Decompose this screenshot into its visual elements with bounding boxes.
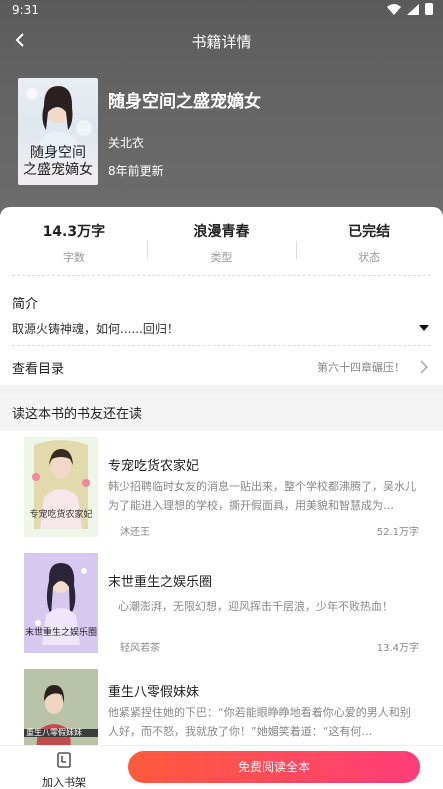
thumbnail-art: 重生八零假妹妹: [24, 669, 98, 745]
thumbnail-art: 末世重生之娱乐圈: [24, 553, 98, 653]
book-info-card: 14.3万字 字数 浪漫青春 类型 已完结 状态 简介 取源火铸神魂，如何...…: [0, 207, 443, 385]
item-description: 韩少招聘临时女友的消息一贴出来，整个学校都沸腾了，吴水儿为了能进入理想的学校，撕…: [108, 480, 416, 512]
status-bar: 9:31: [0, 0, 443, 20]
stat-value: 14.3万字: [42, 224, 106, 240]
item-title: 重生八零假妹妹: [108, 685, 200, 700]
stat-value: 浪漫青春: [193, 224, 250, 240]
list-item[interactable]: 重生八零假妹妹 重生八零假妹妹 他紧紧捏住她的下巴：“你若能眼睁睁地看着你心爱的…: [0, 669, 443, 745]
bookshelf-icon: [57, 752, 71, 768]
thumbnail-title-art: 专宠吃货农家妃: [29, 508, 92, 520]
stat-label: 状态: [358, 251, 381, 264]
intro-label: 简介: [12, 297, 39, 312]
stat-label: 类型: [210, 251, 233, 264]
book-title: 随身空间之盛宠嫡女: [108, 92, 261, 112]
stat-label: 字数: [62, 251, 85, 264]
status-icons: [387, 3, 433, 15]
nav-bar: 书籍详情: [0, 25, 443, 57]
item-word-count: 52.1万字: [376, 527, 419, 538]
book-header: 9:31 书籍详情 随身空间 之盛宠嫡女 随身空间之盛宠嫡女 关北衣 8年前更新: [0, 0, 443, 225]
expand-intro-icon[interactable]: [419, 325, 429, 331]
thumbnail-art: 专宠吃货农家妃: [24, 437, 98, 537]
cover-title-art: 随身空间 之盛宠嫡女: [23, 145, 93, 178]
book-thumbnail: 专宠吃货农家妃: [24, 437, 98, 537]
status-time: 9:31: [12, 3, 39, 17]
item-title: 末世重生之娱乐圈: [108, 575, 213, 590]
intro-text: 取源火铸神魂，如何......回归！: [12, 322, 179, 336]
book-author[interactable]: 关北衣: [108, 134, 144, 151]
stat-divider: [147, 241, 148, 259]
toc-latest-chapter: 第六十四章碾压！: [317, 361, 405, 374]
book-stats: 14.3万字 字数 浪漫青春 类型 已完结 状态: [0, 219, 443, 269]
toc-label: 查看目录: [12, 362, 65, 377]
stat-divider: [296, 241, 297, 259]
page-title: 书籍详情: [191, 33, 252, 51]
book-cover: 随身空间 之盛宠嫡女: [18, 78, 98, 185]
signal-icon: [407, 3, 419, 15]
recommend-heading-text: 读这本书的书友还在读: [12, 407, 143, 422]
item-description: 他紧紧捏住她的下巴：“你若能眼睁睁地看着你心爱的男人和别人好，而不怒，我就放了你…: [108, 706, 411, 738]
book-updated: 8年前更新: [108, 164, 164, 178]
item-title: 专宠吃货农家妃: [108, 459, 200, 474]
list-item[interactable]: 末世重生之娱乐圈 末世重生之娱乐圈 心潮澎湃，无限幻想，迎风挥击千层浪，少年不败…: [0, 553, 443, 663]
wifi-icon: [387, 3, 401, 15]
thumbnail-title-art: 末世重生之娱乐圈: [25, 626, 97, 638]
stat-category: 浪漫青春 类型: [148, 219, 296, 269]
free-read-button[interactable]: 免费阅读全本: [128, 751, 420, 783]
stat-word-count: 14.3万字 字数: [0, 219, 148, 269]
dashed-divider: [12, 345, 431, 346]
item-word-count: 13.4万字: [376, 643, 419, 654]
list-item[interactable]: 专宠吃货农家妃 专宠吃货农家妃 韩少招聘临时女友的消息一贴出来，整个学校都沸腾了…: [0, 437, 443, 547]
recommend-heading: 读这本书的书友还在读: [0, 393, 443, 431]
stat-value: 已完结: [348, 224, 391, 240]
item-description: 心潮澎湃，无限幻想，迎风挥击千层浪，少年不败热血！: [118, 600, 393, 613]
recommend-list: 专宠吃货农家妃 专宠吃货农家妃 韩少招聘临时女友的消息一贴出来，整个学校都沸腾了…: [0, 431, 443, 745]
book-thumbnail: 末世重生之娱乐圈: [24, 553, 98, 653]
book-thumbnail: 重生八零假妹妹: [24, 669, 98, 745]
thumbnail-title-art: 重生八零假妹妹: [26, 727, 82, 737]
item-author: 轻风若茶: [120, 643, 160, 654]
add-to-shelf-button[interactable]: 加入书架: [36, 750, 92, 789]
dashed-divider: [12, 275, 431, 276]
battery-icon: [425, 3, 433, 15]
chevron-right-icon: [420, 360, 429, 374]
stat-status: 已完结 状态: [295, 219, 443, 269]
table-of-contents-row[interactable]: 查看目录 第六十四章碾压！: [0, 352, 443, 382]
bottom-action-bar: 加入书架 免费阅读全本: [0, 745, 443, 789]
item-author: 沐还王: [120, 527, 150, 538]
add-to-shelf-label: 加入书架: [42, 776, 86, 789]
